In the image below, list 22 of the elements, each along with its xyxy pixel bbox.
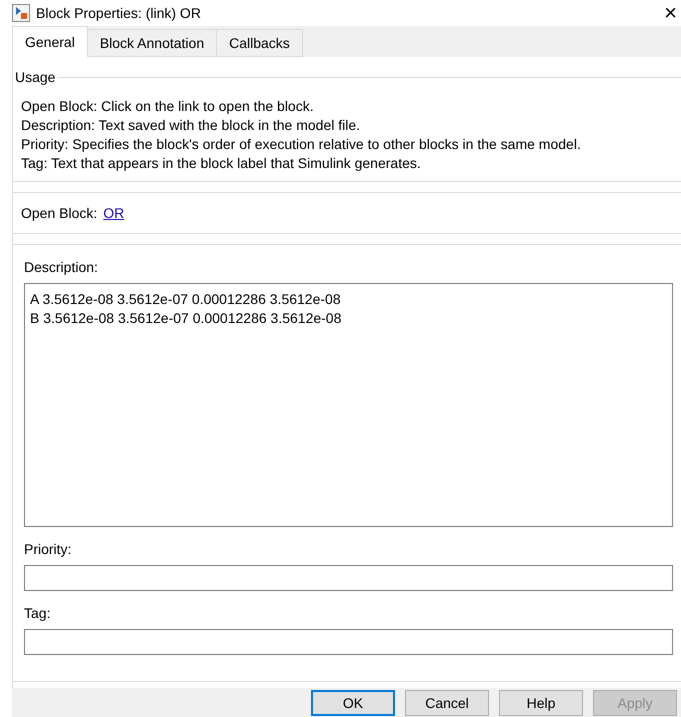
close-button[interactable]: × [664, 0, 681, 26]
description-label: Description: [24, 259, 99, 275]
usage-text: Description: Text saved with the block in the model file. [21, 116, 362, 135]
tab[interactable]: Callbacks [216, 29, 303, 57]
dialog-button[interactable]: Help [499, 690, 583, 716]
dialog-button[interactable]: Cancel [405, 690, 489, 716]
block-link[interactable]: OR [103, 205, 124, 221]
description-field[interactable]: A 3.5612e-08 3.5612e-07 0.00012286 3.5612e-08 B 3.5612e-08 3.5612e-07 0.00012286 3.5612e-08 [24, 283, 673, 527]
priority-label: Priority: [24, 541, 72, 557]
group-title: Usage [14, 69, 56, 85]
tab[interactable]: Block Annotation [86, 29, 218, 57]
tab[interactable]: General [12, 26, 88, 57]
open-block-label: Open Block: [21, 205, 98, 221]
usage-text: Open Block: Click on the link to open the block. [21, 97, 315, 116]
tag-label: Tag: [24, 605, 52, 621]
usage-text: Tag: Text that appears in the block label that Simulink generates. [21, 154, 422, 173]
priority-field[interactable] [24, 565, 673, 591]
tag-field[interactable] [24, 629, 673, 655]
usage-text: Priority: Specifies the block's order of execution relative to other blocks in the same model. [21, 135, 582, 154]
window-title: Block Properties: (link) OR [36, 5, 202, 21]
dialog-button[interactable]: OK [311, 690, 395, 716]
block-icon [12, 4, 30, 22]
